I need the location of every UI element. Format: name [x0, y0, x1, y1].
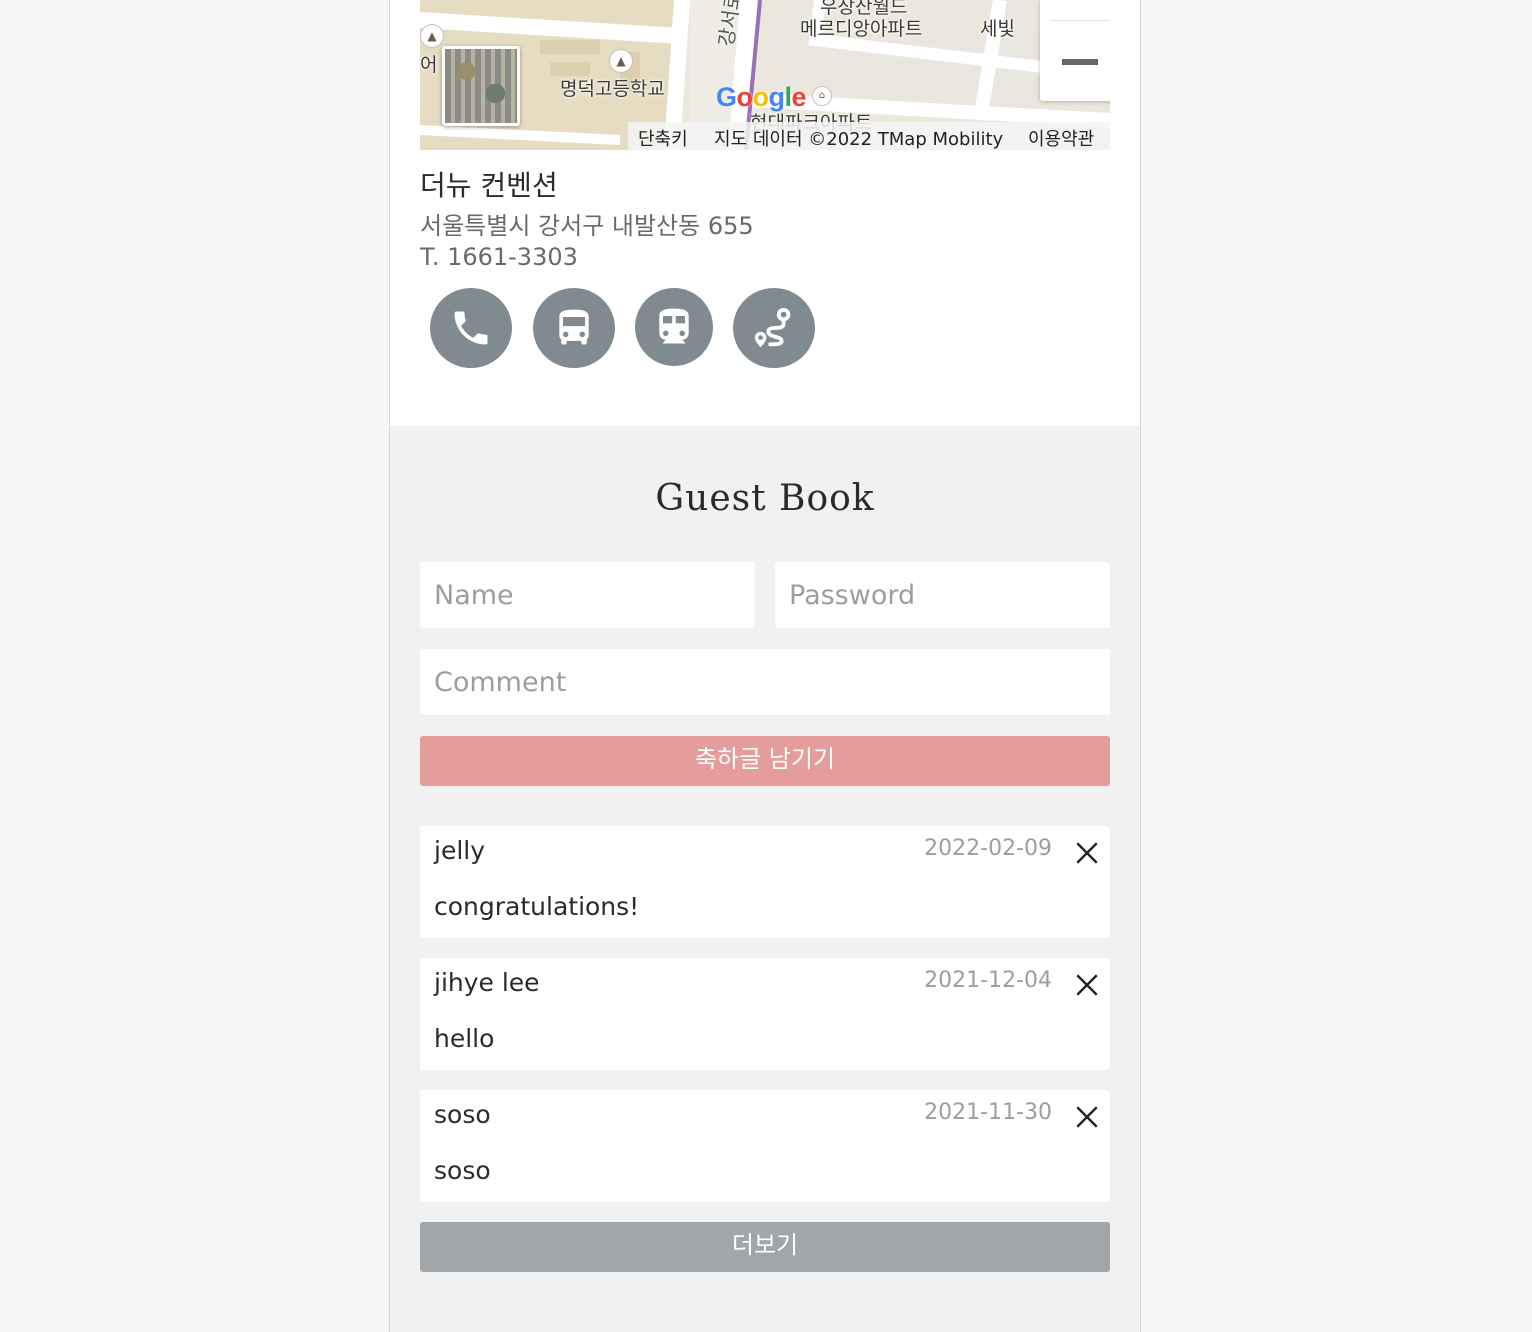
guestbook-entry: jihye lee 2021-12-04 hello [420, 958, 1110, 1070]
route-directions-button[interactable] [733, 288, 815, 368]
google-logo: Google [716, 82, 807, 112]
bus-directions-button[interactable] [533, 288, 615, 368]
entry-author: soso [434, 1100, 491, 1129]
wedding-page: 우장산월드 메르디앙아파트 세빛 명덕고등학교 어 산 현대파크아파트 강서로 … [389, 0, 1141, 1332]
subway-directions-button[interactable] [635, 288, 713, 366]
venue-name: 더뉴 컨벤션 [420, 169, 558, 202]
entry-message: hello [434, 1024, 495, 1053]
venue-address: 서울특별시 강서구 내발산동 655 [420, 212, 754, 240]
guestbook-title: Guest Book [655, 478, 875, 519]
school-pin-icon[interactable]: ▲ [420, 24, 444, 48]
delete-entry-icon[interactable] [1074, 972, 1100, 998]
map-label-area: 세빛 [980, 18, 1015, 40]
route-icon [754, 307, 791, 348]
map-label-edge: 어 [420, 54, 438, 76]
submit-comment-button[interactable]: 축하글 남기기 [420, 736, 1110, 786]
school-pin-icon[interactable]: ▲ [609, 49, 633, 73]
entry-date: 2022-02-09 [924, 836, 1052, 861]
zoom-divider [1050, 20, 1110, 21]
map-zoom-control [1040, 0, 1110, 101]
map-data-attribution: 지도 데이터 ©2022 TMap Mobility [714, 129, 1004, 150]
call-button[interactable] [430, 288, 512, 368]
delete-entry-icon[interactable] [1074, 840, 1100, 866]
load-more-button[interactable]: 더보기 [420, 1222, 1110, 1272]
phone-icon [454, 311, 488, 345]
bus-icon [559, 309, 589, 345]
venue-phone: T. 1661-3303 [420, 243, 578, 271]
map-terms-link[interactable]: 이용약관 [1028, 125, 1094, 150]
entry-date: 2021-12-04 [924, 968, 1052, 993]
comment-input[interactable] [420, 649, 1110, 715]
zoom-out-button[interactable] [1060, 56, 1100, 68]
map-footer: 단축키 지도 데이터 ©2022 TMap Mobility 이용약관 [628, 122, 1110, 150]
entry-author: jelly [434, 836, 486, 865]
home-pin-icon[interactable]: ⌂ [812, 86, 832, 106]
entry-date: 2021-11-30 [924, 1100, 1052, 1125]
satellite-view-toggle[interactable] [442, 46, 520, 126]
delete-entry-icon[interactable] [1074, 1104, 1100, 1130]
subway-icon [659, 308, 689, 344]
guestbook-entry: soso 2021-11-30 soso [420, 1090, 1110, 1202]
map-label-apartment: 메르디앙아파트 [800, 18, 923, 40]
entry-message: congratulations! [434, 892, 640, 921]
location-map[interactable]: 우장산월드 메르디앙아파트 세빛 명덕고등학교 어 산 현대파크아파트 강서로 … [420, 0, 1110, 150]
map-label-school: 명덕고등학교 [560, 78, 665, 100]
entry-message: soso [434, 1156, 491, 1185]
name-input[interactable] [420, 562, 755, 628]
password-input[interactable] [775, 562, 1110, 628]
map-shortcuts-link[interactable]: 단축키 [638, 125, 688, 150]
guestbook-entry: jelly 2022-02-09 congratulations! [420, 826, 1110, 938]
guestbook-section: Guest Book 축하글 남기기 jelly 2022-02-09 cong… [390, 426, 1140, 1332]
entry-author: jihye lee [434, 968, 540, 997]
